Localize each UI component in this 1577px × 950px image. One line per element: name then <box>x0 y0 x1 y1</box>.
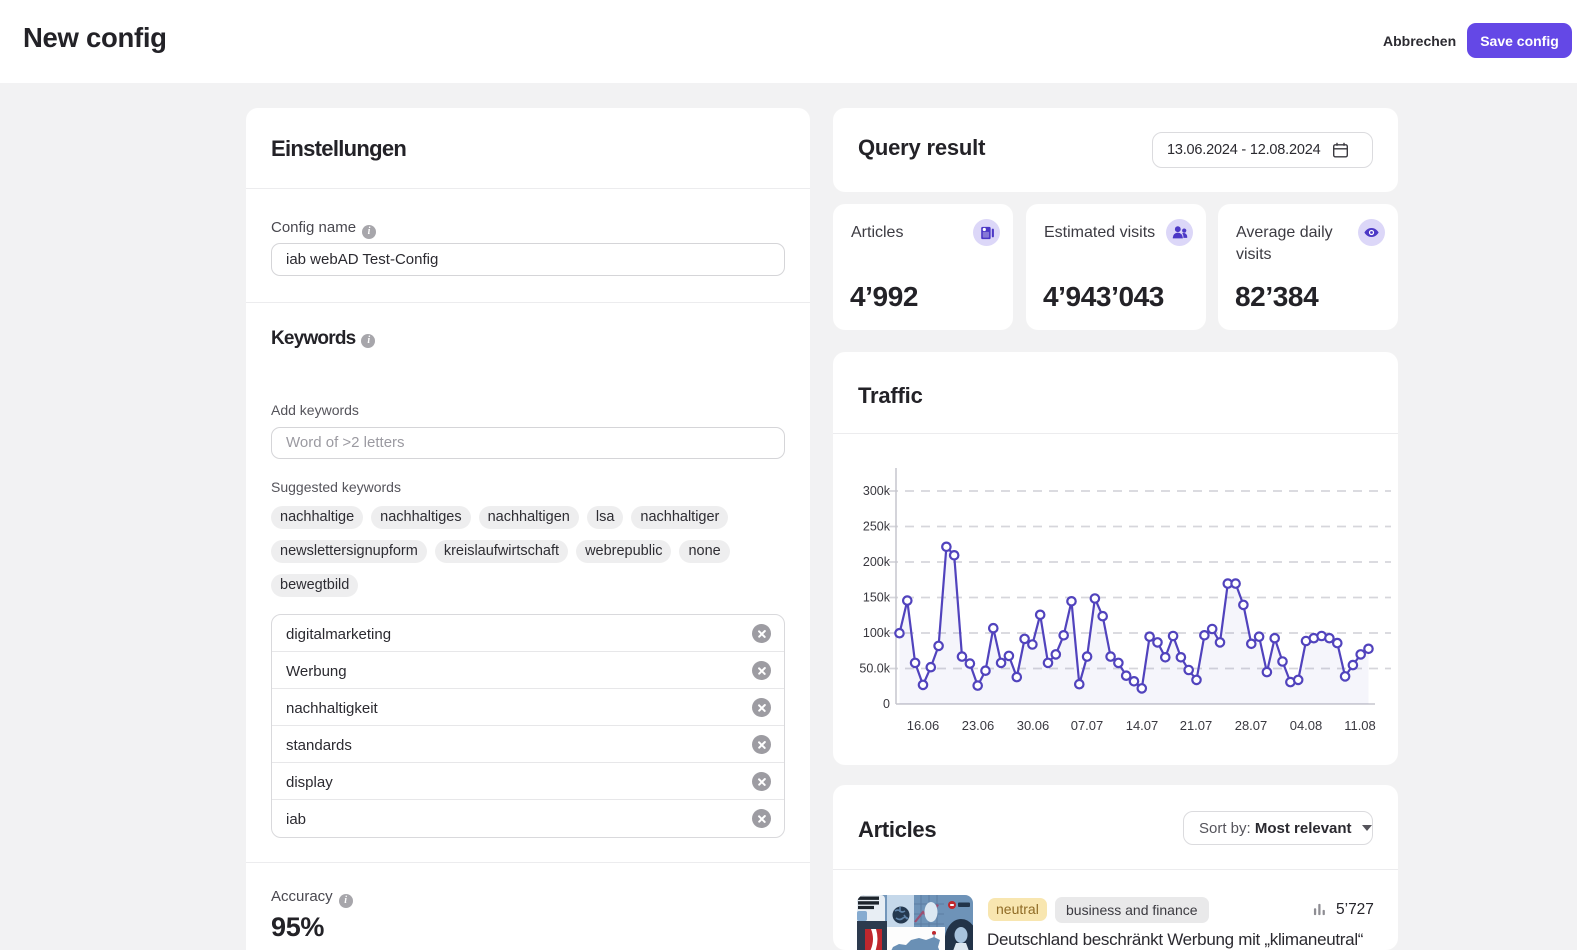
svg-text:200k: 200k <box>863 555 891 569</box>
svg-text:23.06: 23.06 <box>962 718 995 733</box>
svg-text:21.07: 21.07 <box>1180 718 1213 733</box>
svg-text:50.0k: 50.0k <box>859 662 890 676</box>
svg-text:30.06: 30.06 <box>1017 718 1050 733</box>
svg-text:14.07: 14.07 <box>1126 718 1159 733</box>
svg-text:16.06: 16.06 <box>907 718 940 733</box>
svg-text:04.08: 04.08 <box>1290 718 1323 733</box>
svg-text:11.08: 11.08 <box>1344 718 1376 733</box>
svg-text:07.07: 07.07 <box>1071 718 1104 733</box>
svg-text:250k: 250k <box>863 520 891 534</box>
svg-text:150k: 150k <box>863 591 891 605</box>
svg-text:300k: 300k <box>863 484 891 498</box>
svg-text:0: 0 <box>883 697 890 711</box>
svg-text:100k: 100k <box>863 626 891 640</box>
svg-text:28.07: 28.07 <box>1235 718 1268 733</box>
